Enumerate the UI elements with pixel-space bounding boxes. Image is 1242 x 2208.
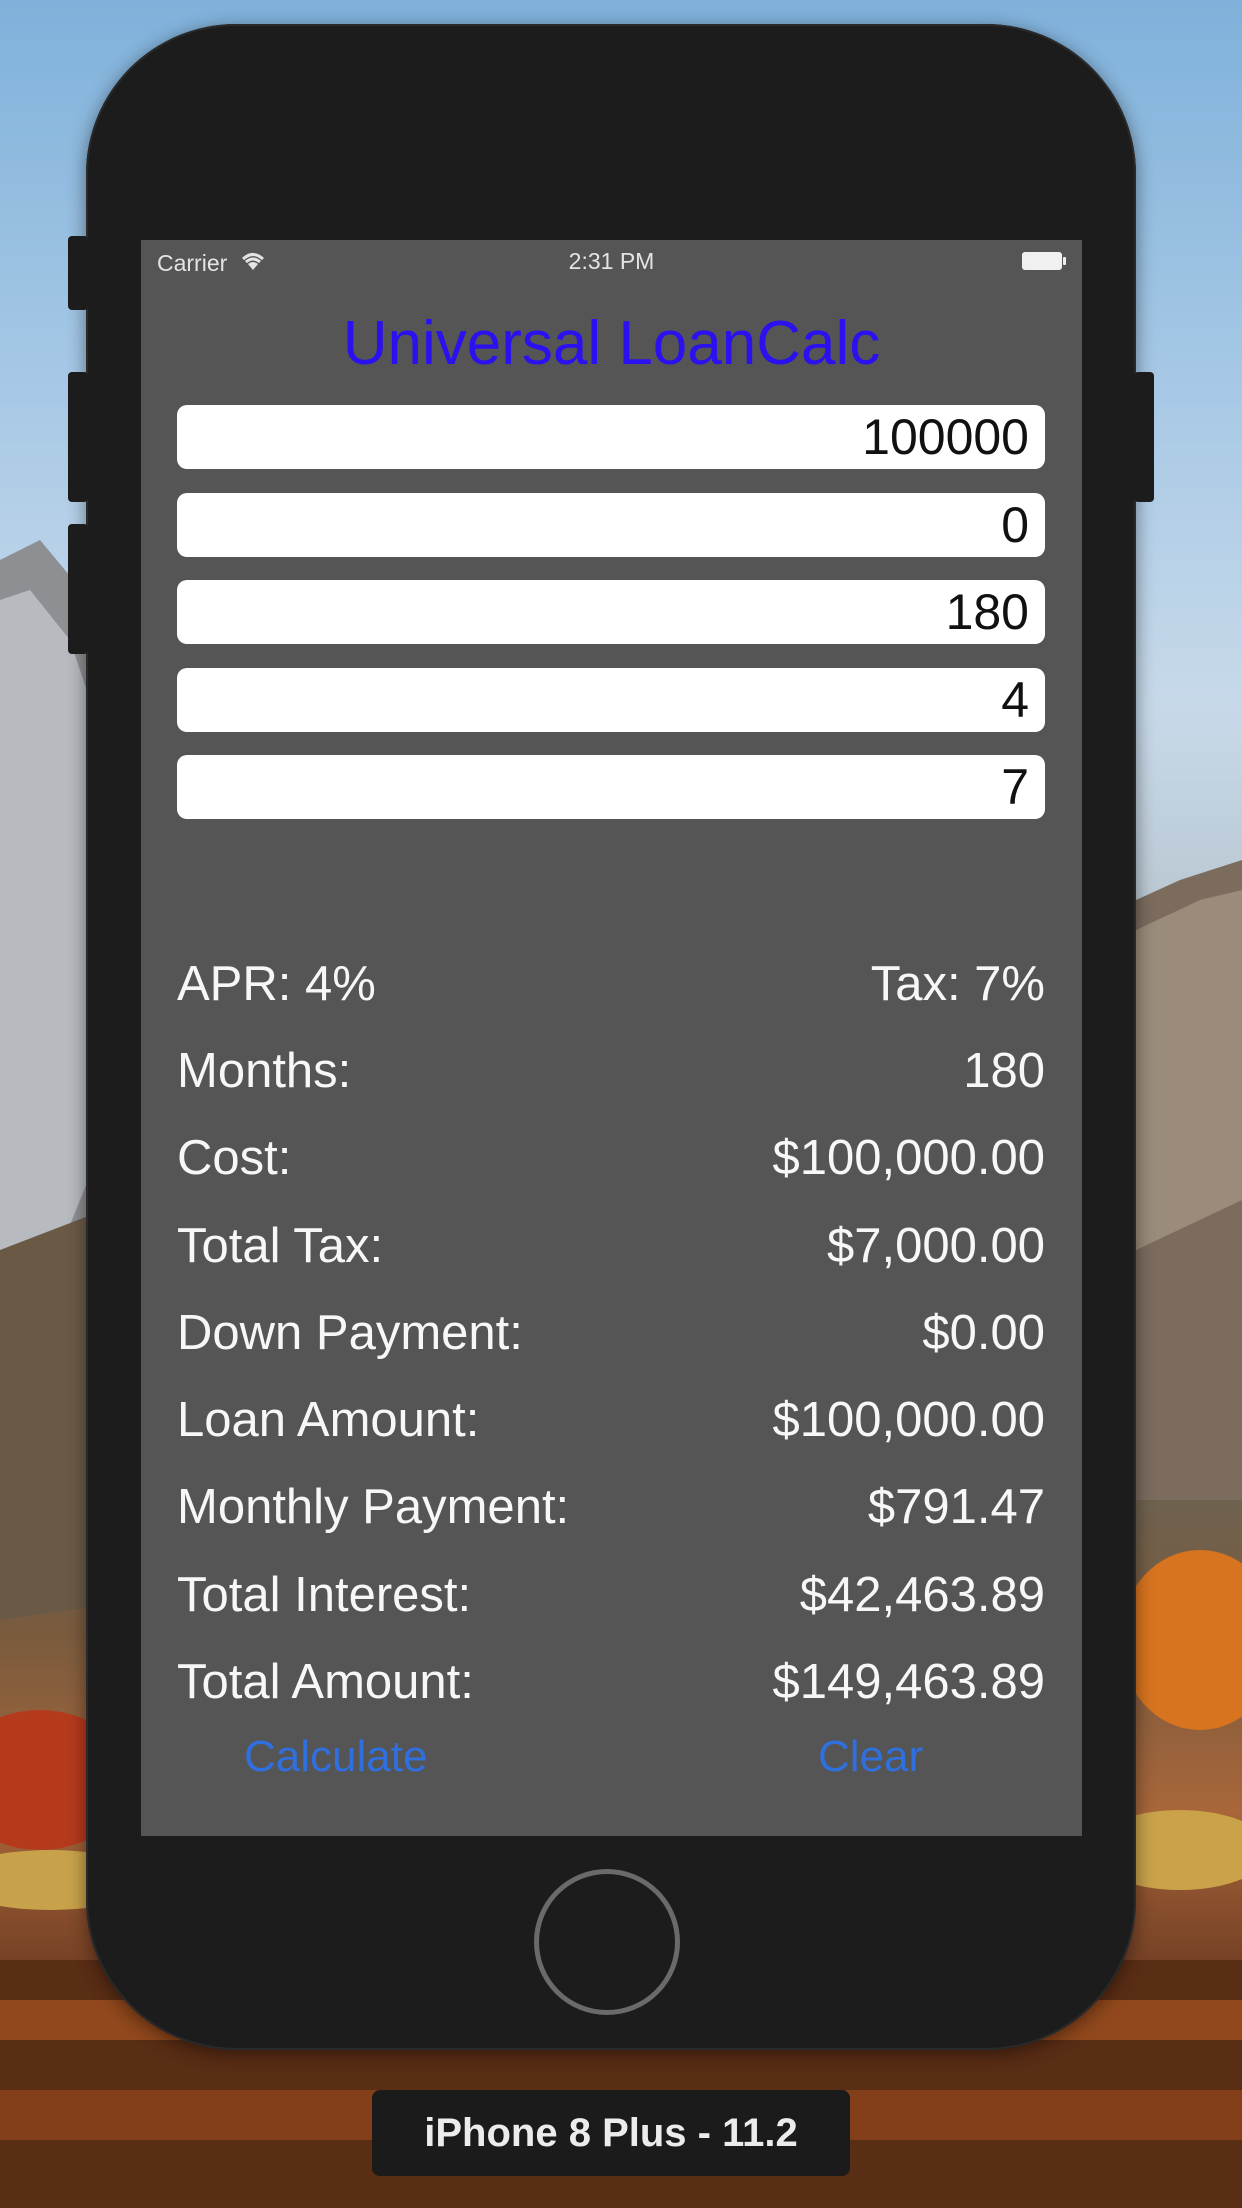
- down-payment-value: $0.00: [922, 1305, 1045, 1360]
- home-button[interactable]: [534, 1869, 680, 2015]
- input-fields: [177, 405, 1045, 843]
- total-interest-row: Total Interest: $42,463.89: [177, 1551, 1045, 1638]
- app-screen: Carrier 2:31 PM Universal LoanCalc APR: …: [141, 240, 1082, 1836]
- tax-label: Tax: 7%: [870, 956, 1045, 1011]
- months-label: Months:: [177, 1043, 352, 1098]
- down-payment-label: Down Payment:: [177, 1305, 523, 1360]
- total-tax-value: $7,000.00: [827, 1218, 1045, 1273]
- loan-amount-value: $100,000.00: [772, 1393, 1046, 1448]
- months-value: 180: [963, 1043, 1045, 1098]
- cost-row: Cost: $100,000.00: [177, 1115, 1045, 1202]
- status-time: 2:31 PM: [568, 248, 655, 274]
- calculate-button[interactable]: Calculate: [244, 1732, 427, 1782]
- app-title: Universal LoanCalc: [342, 309, 881, 378]
- total-amount-value: $149,463.89: [772, 1655, 1046, 1710]
- loan-amount-label: Loan Amount:: [177, 1393, 480, 1448]
- power-button: [1134, 372, 1154, 502]
- monthly-payment-value: $791.47: [867, 1480, 1045, 1535]
- apr-label: APR: 4%: [177, 956, 376, 1011]
- cost-value: $100,000.00: [772, 1131, 1046, 1186]
- loan-amount-row: Loan Amount: $100,000.00: [177, 1376, 1045, 1463]
- total-interest-value: $42,463.89: [799, 1567, 1045, 1622]
- mute-switch: [68, 236, 88, 310]
- battery-icon: [1022, 252, 1066, 270]
- down-payment-row: Down Payment: $0.00: [177, 1289, 1045, 1376]
- monthly-payment-row: Monthly Payment: $791.47: [177, 1464, 1045, 1551]
- simulator-device-label: iPhone 8 Plus - 11.2: [372, 2090, 850, 2176]
- tax-field[interactable]: [177, 755, 1045, 819]
- total-tax-row: Total Tax: $7,000.00: [177, 1202, 1045, 1289]
- apr-field[interactable]: [177, 667, 1045, 732]
- total-interest-label: Total Interest:: [177, 1567, 472, 1622]
- months-field[interactable]: [177, 580, 1045, 644]
- total-amount-row: Total Amount: $149,463.89: [177, 1638, 1045, 1725]
- cost-label: Cost:: [177, 1131, 292, 1186]
- clear-button[interactable]: Clear: [818, 1732, 923, 1782]
- total-amount-label: Total Amount:: [177, 1655, 474, 1710]
- monthly-payment-label: Monthly Payment:: [177, 1480, 570, 1535]
- total-tax-label: Total Tax:: [177, 1218, 384, 1273]
- down-payment-field[interactable]: [177, 492, 1045, 557]
- action-buttons: Calculate Clear: [141, 1732, 1082, 1792]
- results-panel: APR: 4% Tax: 7% Months: 180 Cost: $100,0…: [177, 940, 1045, 1726]
- months-row: Months: 180: [177, 1027, 1045, 1114]
- volume-down-button: [68, 524, 88, 654]
- cost-field[interactable]: [177, 405, 1045, 469]
- status-bar: Carrier 2:31 PM: [141, 240, 1082, 280]
- rates-row: APR: 4% Tax: 7%: [177, 940, 1045, 1027]
- volume-up-button: [68, 372, 88, 502]
